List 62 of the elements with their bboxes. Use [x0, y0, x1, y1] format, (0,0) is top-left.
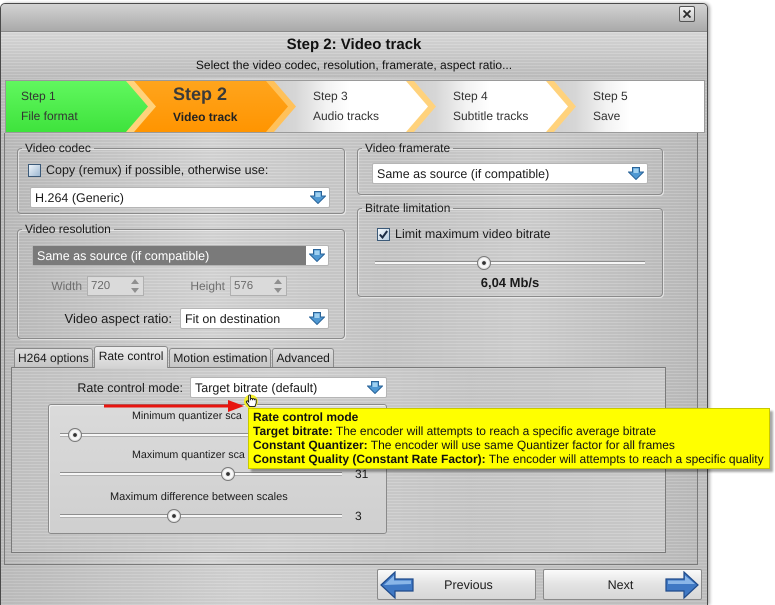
checkbox-label[interactable]: Limit maximum video bitrate	[395, 226, 551, 242]
bitrate-value: 6,04 Mb/s	[480, 275, 540, 291]
slider-thumb[interactable]	[167, 509, 182, 523]
tooltip-text: Constant Quality (Constant Rate Factor): The encoder will attempts to reach a specific quality	[253, 452, 764, 466]
window-title: Step 2: Video track	[286, 35, 422, 54]
previous-button[interactable]: Previous	[377, 569, 536, 600]
group-title: Video resolution	[24, 222, 112, 236]
close-button[interactable]	[679, 6, 695, 22]
spin-arrows-icon	[131, 279, 139, 293]
close-icon	[683, 10, 691, 18]
group-title: Bitrate limitation	[364, 201, 452, 215]
window-subtitle: Select the video codec, resolution, framerate, aspect ratio...	[194, 57, 514, 73]
dropdown-arrow-icon	[628, 167, 644, 180]
slider-thumb[interactable]	[220, 467, 235, 481]
dropdown[interactable]: H.264 (Generic)	[30, 187, 330, 208]
tooltip-text: Constant Quantizer: The encoder will use same Quantizer factor for all frames	[253, 438, 676, 452]
dropdown-arrow-icon	[310, 191, 326, 204]
tab[interactable]: Advanced	[272, 348, 334, 367]
checkbox-label[interactable]: Copy (remux) if possible, otherwise use:	[46, 162, 268, 178]
field-label: Width	[50, 279, 82, 293]
slider-label: Minimum quantizer sca	[132, 409, 242, 423]
slider-label: Maximum difference between scales	[110, 490, 288, 504]
right-arrow-icon	[665, 570, 699, 598]
dropdown-arrow-icon	[309, 249, 325, 262]
step-number: Step 2	[173, 83, 228, 105]
step-number: Step 4	[453, 89, 489, 103]
dropdown[interactable]: Fit on destination	[180, 308, 329, 329]
group-title: Video framerate	[364, 141, 452, 155]
slider-value: 3	[355, 509, 362, 523]
slider-label: Maximum quantizer sca	[132, 448, 245, 462]
step-name: Video track	[173, 110, 238, 124]
checkbox[interactable]	[28, 164, 41, 176]
left-arrow-icon	[380, 570, 414, 598]
group-title: Video codec	[24, 141, 92, 155]
step-number: Step 1	[21, 89, 57, 103]
dropdown-arrow-icon	[367, 381, 383, 394]
checkmark-icon	[379, 230, 388, 238]
step-number: Step 3	[313, 89, 349, 103]
step-name: File format	[21, 109, 79, 123]
dropdown-arrow-icon	[309, 312, 325, 325]
step-number: Step 5	[593, 89, 629, 103]
hand-cursor-icon	[244, 394, 259, 409]
checkbox[interactable]	[377, 228, 390, 240]
tab[interactable]: Rate control	[94, 346, 168, 368]
slider-thumb[interactable]	[68, 428, 82, 442]
slider-value: 31	[355, 467, 368, 481]
dropdown[interactable]: Same as source (if compatible)	[32, 245, 329, 266]
step-name: Save	[593, 109, 622, 123]
step-name: Subtitle tracks	[453, 109, 530, 123]
field-label: Rate control mode:	[76, 380, 183, 394]
slider-thumb[interactable]	[477, 256, 492, 270]
spin-arrows-icon	[274, 279, 282, 293]
next-button[interactable]: Next	[543, 569, 702, 600]
dropdown[interactable]: Target bitrate (default)	[190, 377, 387, 398]
step-name: Audio tracks	[313, 109, 380, 123]
tooltip-title: Rate control mode	[253, 410, 360, 424]
dropdown[interactable]: Same as source (if compatible)	[372, 163, 648, 184]
field-label: Height	[189, 279, 225, 293]
tooltip-text: Target bitrate: The encoder will attempts to reach a specific average bitrate	[253, 424, 658, 438]
tab[interactable]: Motion estimation	[169, 348, 272, 367]
tab[interactable]: H264 options	[14, 348, 93, 367]
field-label: Video aspect ratio:	[64, 311, 172, 326]
